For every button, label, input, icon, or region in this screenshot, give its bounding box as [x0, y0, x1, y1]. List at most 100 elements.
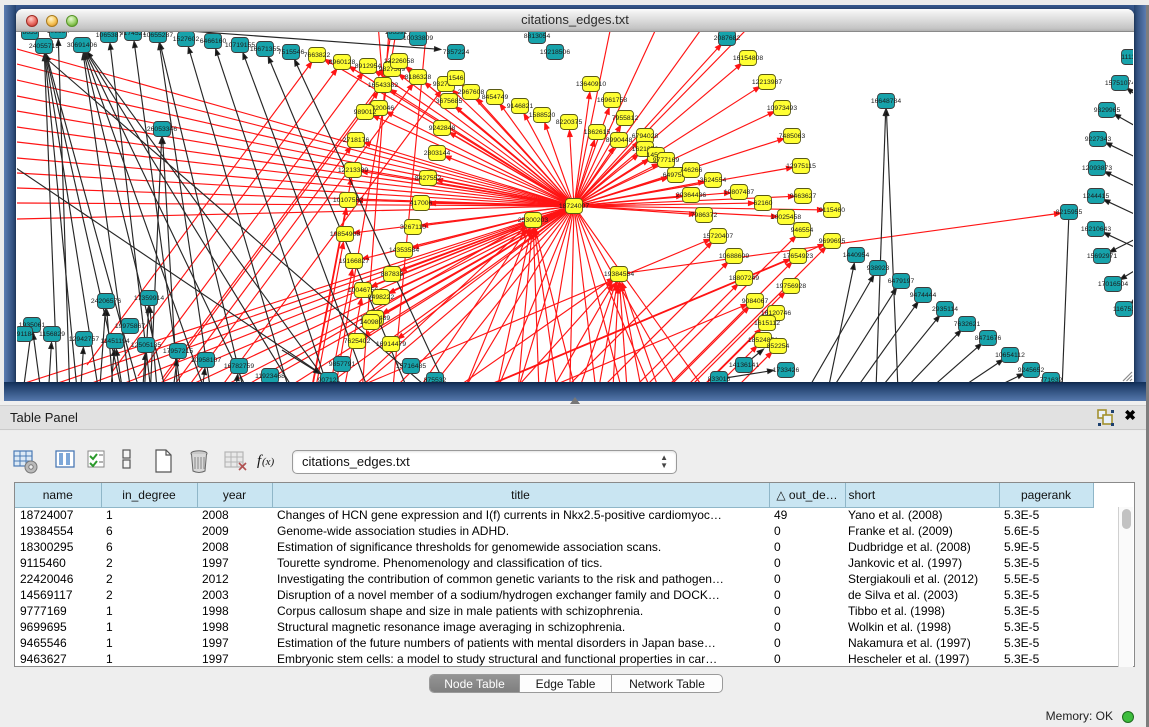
- svg-text:2967608: 2967608: [458, 89, 485, 96]
- svg-text:16210643: 16210643: [1081, 226, 1111, 233]
- svg-text:103354: 103354: [47, 32, 70, 35]
- svg-text:10655287: 10655287: [143, 32, 173, 39]
- svg-text:2718176: 2718176: [343, 137, 370, 144]
- svg-text:10654112: 10654112: [995, 352, 1025, 359]
- svg-text:1065387: 1065387: [96, 32, 123, 39]
- svg-text:9857791: 9857791: [329, 361, 356, 368]
- svg-text:10973493: 10973493: [767, 105, 797, 112]
- svg-text:16648784: 16648784: [871, 98, 901, 105]
- svg-text:8813054: 8813054: [524, 33, 551, 40]
- svg-text:20364436: 20364436: [676, 192, 706, 199]
- svg-text:17957215: 17957215: [163, 348, 193, 355]
- svg-text:8471676: 8471676: [975, 335, 1002, 342]
- svg-text:3624554: 3624554: [700, 177, 727, 184]
- svg-text:16961758: 16961758: [597, 97, 627, 104]
- svg-text:10025458: 10025458: [771, 214, 801, 221]
- svg-text:19384554: 19384554: [604, 271, 634, 278]
- svg-text:7663822: 7663822: [304, 52, 331, 59]
- svg-text:24055713: 24055713: [29, 43, 59, 50]
- svg-text:771632: 771632: [1040, 377, 1063, 382]
- svg-text:18724007: 18724007: [559, 203, 589, 210]
- svg-text:12505135: 12505135: [131, 342, 161, 349]
- svg-text:887833: 887833: [381, 271, 404, 278]
- svg-text:14353584: 14353584: [389, 247, 419, 254]
- svg-text:10958107: 10958107: [191, 357, 221, 364]
- svg-text:16914479: 16914479: [376, 341, 406, 348]
- svg-text:1362615: 1362615: [584, 129, 611, 136]
- svg-text:3675685: 3675685: [436, 98, 463, 105]
- svg-text:18807249: 18807249: [729, 275, 759, 282]
- svg-text:9463627: 9463627: [790, 193, 817, 200]
- svg-text:6794028: 6794028: [632, 133, 659, 140]
- svg-text:140989: 140989: [360, 319, 383, 326]
- svg-text:8960128: 8960128: [329, 59, 356, 66]
- svg-text:9777169: 9777169: [653, 157, 680, 164]
- svg-text:7485063: 7485063: [779, 133, 806, 140]
- svg-text:3267110: 3267110: [400, 224, 426, 231]
- svg-text:8912954: 8912954: [355, 63, 382, 70]
- svg-text:1527602: 1527602: [173, 36, 200, 43]
- svg-text:7625402: 7625402: [344, 338, 371, 345]
- svg-text:14136141: 14136141: [729, 362, 759, 369]
- svg-text:1244415: 1244415: [1083, 193, 1110, 200]
- svg-text:17016504: 17016504: [1098, 281, 1128, 288]
- svg-text:7632621: 7632621: [954, 321, 981, 328]
- svg-text:(x): (x): [262, 456, 275, 468]
- svg-text:12975115: 12975115: [786, 163, 816, 170]
- svg-text:9146821: 9146821: [507, 103, 534, 110]
- svg-text:9245652: 9245652: [1018, 367, 1045, 374]
- svg-text:8215955: 8215955: [1056, 209, 1083, 216]
- svg-text:16543382: 16543382: [368, 82, 398, 89]
- svg-text:9498222: 9498222: [368, 294, 395, 301]
- svg-text:1546: 1546: [448, 75, 463, 82]
- svg-text:11112: 11112: [1121, 54, 1133, 61]
- svg-text:19756928: 19756928: [776, 283, 806, 290]
- svg-text:7986372: 7986372: [691, 212, 718, 219]
- svg-text:116753: 116753: [1113, 306, 1133, 313]
- svg-text:10107552: 10107552: [333, 197, 363, 204]
- svg-text:833016: 833016: [708, 376, 731, 382]
- svg-text:7515546: 7515546: [278, 49, 305, 56]
- svg-text:1440954: 1440954: [843, 252, 870, 259]
- svg-text:19166827: 19166827: [339, 258, 369, 265]
- svg-text:989012: 989012: [354, 109, 377, 116]
- svg-text:26053346: 26053346: [147, 126, 177, 133]
- svg-text:16671355: 16671355: [250, 46, 280, 53]
- svg-text:852254: 852254: [767, 343, 790, 350]
- svg-text:938923: 938923: [867, 265, 890, 272]
- svg-text:16782759: 16782759: [224, 363, 254, 370]
- svg-text:1156829: 1156829: [39, 331, 65, 338]
- svg-text:8427552: 8427552: [415, 175, 442, 182]
- svg-text:15720407: 15720407: [703, 233, 733, 240]
- svg-text:9474444: 9474444: [910, 292, 937, 299]
- svg-text:25300203: 25300203: [518, 217, 548, 224]
- svg-text:7357224: 7357224: [443, 49, 470, 56]
- svg-text:9227343: 9227343: [1085, 136, 1112, 143]
- svg-text:2087682: 2087682: [714, 35, 741, 42]
- svg-text:746266: 746266: [680, 167, 703, 174]
- svg-text:17654923: 17654923: [783, 253, 813, 260]
- svg-text:2803144: 2803144: [424, 150, 451, 157]
- svg-text:13226058: 13226058: [384, 58, 414, 65]
- svg-text:6479197: 6479197: [888, 278, 915, 285]
- svg-text:8186328: 8186328: [405, 74, 432, 81]
- svg-text:8633: 8633: [22, 32, 37, 36]
- svg-text:30691406: 30691406: [67, 42, 97, 49]
- svg-text:19218506: 19218506: [540, 49, 570, 56]
- svg-text:10807487: 10807487: [724, 189, 754, 196]
- svg-text:391184: 391184: [17, 331, 35, 338]
- svg-text:1588520: 1588520: [529, 112, 556, 119]
- svg-text:19975867: 19975867: [115, 323, 145, 330]
- svg-text:11451194: 11451194: [100, 338, 129, 345]
- svg-text:12213987: 12213987: [752, 79, 782, 86]
- svg-text:10033809: 10033809: [403, 35, 433, 42]
- svg-text:8454749: 8454749: [482, 94, 509, 101]
- svg-text:946554: 946554: [791, 227, 814, 234]
- svg-text:24206576: 24206576: [91, 298, 121, 305]
- svg-text:12942757: 12942757: [69, 336, 99, 343]
- svg-text:12213389: 12213389: [338, 167, 368, 174]
- svg-text:19854908: 19854908: [330, 231, 360, 238]
- svg-text:8220375: 8220375: [556, 119, 583, 126]
- svg-text:9329965: 9329965: [1094, 107, 1121, 114]
- svg-text:15751074: 15751074: [1105, 80, 1133, 87]
